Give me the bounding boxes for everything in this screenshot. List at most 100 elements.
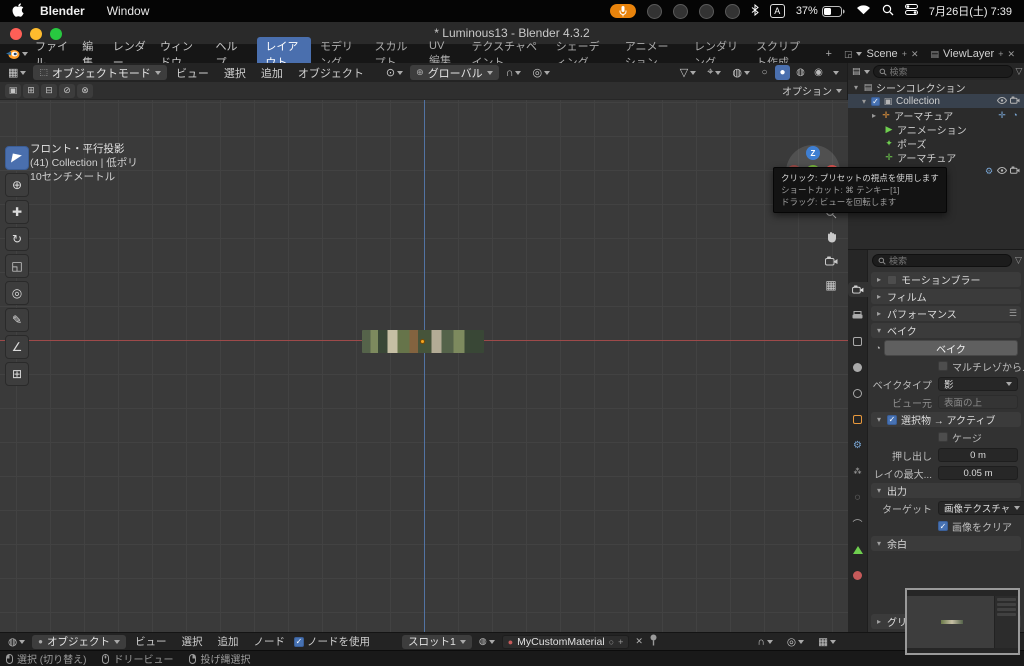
add-workspace-button[interactable]: + <box>818 47 840 61</box>
shader-menu-add[interactable]: 追加 <box>212 634 245 649</box>
slot-dropdown[interactable]: スロット1 <box>402 635 472 649</box>
viewport-menu-add[interactable]: 追加 <box>255 65 289 81</box>
disable-in-renders-icon[interactable] <box>1010 166 1020 177</box>
expand-icon[interactable]: ▾ <box>852 83 860 92</box>
battery-indicator[interactable]: 37% <box>796 5 845 17</box>
max-ray-field[interactable]: 0.05 m <box>938 466 1018 480</box>
preset-menu-icon[interactable]: ☰ <box>1009 308 1017 319</box>
shader-menu-node[interactable]: ノード <box>248 634 292 649</box>
shading-wireframe-button[interactable]: ○ <box>757 65 772 80</box>
tab-particles-properties[interactable]: ⁂ <box>848 464 868 479</box>
shader-menu-view[interactable]: ビュー <box>129 634 173 649</box>
new-scene-icon[interactable]: + <box>902 49 907 59</box>
tab-physics-properties[interactable]: ◌ <box>848 490 868 505</box>
expand-icon[interactable]: ▾ <box>860 97 868 106</box>
collection-checkbox[interactable]: ✓ <box>871 97 880 106</box>
remove-viewlayer-icon[interactable]: ✕ <box>1007 49 1015 60</box>
tab-output-properties[interactable] <box>848 308 868 323</box>
from-multires-checkbox[interactable] <box>938 361 948 371</box>
viewlayer-selector[interactable]: ▤ ViewLayer + ✕ <box>927 48 1020 60</box>
shader-snap-button[interactable]: ∩ <box>753 635 777 649</box>
editor-type-button[interactable]: ▦ <box>4 65 30 80</box>
shader-editor-type-button[interactable]: ◍ <box>4 635 29 649</box>
target-dropdown[interactable]: 画像テクスチャ <box>938 501 1024 515</box>
viewport-canvas[interactable]: フロント・平行投影 (41) Collection | 低ポリ 10センチメート… <box>0 100 848 632</box>
tool-scale[interactable]: ◱ <box>5 254 29 278</box>
outliner-filter-icon[interactable]: ▽ <box>1016 66 1023 77</box>
shader-type-dropdown[interactable]: ● オブジェクト <box>32 635 126 649</box>
panel-performance[interactable]: ▸ パフォーマンス ☰ <box>871 306 1021 321</box>
tool-cursor[interactable]: ⊕ <box>5 173 29 197</box>
tab-object-properties[interactable] <box>848 412 868 427</box>
tool-move[interactable]: ✚ <box>5 200 29 224</box>
menubar-status-icon-4[interactable] <box>725 4 740 19</box>
select-mode-new-button[interactable]: ▣ <box>5 84 21 98</box>
snap-toggle-button[interactable]: ∩ <box>502 66 526 80</box>
toggle-perspective-icon[interactable]: ▦ <box>822 276 840 294</box>
clear-image-checkbox[interactable]: ✓ <box>938 521 948 531</box>
tab-object-data-properties[interactable] <box>848 542 868 557</box>
select-mode-extend-button[interactable]: ⊞ <box>23 84 39 98</box>
bake-button[interactable]: ベイク <box>884 340 1018 356</box>
shading-rendered-button[interactable]: ◉ <box>811 65 826 80</box>
shader-overlays-button[interactable]: ◎ <box>783 635 808 649</box>
tab-constraints-properties[interactable]: ⌒ <box>848 516 868 531</box>
orientation-dropdown[interactable]: ⊕ グローバル <box>410 65 498 80</box>
scene-object-lowpoly[interactable] <box>362 330 484 353</box>
tab-material-properties[interactable] <box>848 568 868 583</box>
mode-dropdown[interactable]: ⬚ オブジェクトモード <box>33 65 167 80</box>
menubar-window-menu[interactable]: Window <box>107 4 150 18</box>
menubar-app-name[interactable]: Blender <box>40 4 85 18</box>
outliner-row-armature[interactable]: ▸ ✛ アーマチュア ✛ ◔ <box>848 108 1024 122</box>
shading-material-button[interactable]: ◍ <box>793 65 808 80</box>
bluetooth-icon[interactable] <box>751 4 759 19</box>
bake-type-dropdown[interactable]: 影 <box>938 377 1018 391</box>
disable-in-renders-icon[interactable] <box>1010 96 1020 107</box>
pin-icon[interactable] <box>649 634 658 649</box>
menubar-status-icon-2[interactable] <box>673 4 688 19</box>
camera-view-icon[interactable] <box>822 252 840 270</box>
shader-options-button[interactable]: ▦ <box>814 635 840 649</box>
cage-checkbox[interactable] <box>938 432 948 442</box>
tool-measure[interactable]: ∠ <box>5 335 29 359</box>
gizmo-z-axis[interactable]: Z <box>806 146 820 160</box>
panel-output[interactable]: ▾ 出力 <box>871 483 1021 498</box>
hide-in-viewport-icon[interactable] <box>997 96 1007 107</box>
tab-scene-properties[interactable] <box>848 360 868 375</box>
unlink-scene-icon[interactable]: ✕ <box>911 49 919 60</box>
properties-search-input[interactable] <box>889 256 1006 266</box>
scene-selector[interactable]: ◲ Scene + ✕ <box>840 48 923 60</box>
control-center-icon[interactable] <box>905 4 918 18</box>
extrusion-field[interactable]: 0 m <box>938 448 1018 462</box>
microphone-indicator[interactable] <box>610 4 636 18</box>
viewport-menu-view[interactable]: ビュー <box>170 65 215 81</box>
fake-user-icon[interactable]: ○ <box>609 637 614 647</box>
outliner-search-input[interactable] <box>890 67 1007 77</box>
panel-motion-blur[interactable]: ▸ モーションブラー <box>871 272 1021 287</box>
new-viewlayer-icon[interactable]: + <box>998 49 1003 59</box>
pan-view-icon[interactable] <box>822 228 840 246</box>
apple-logo-icon[interactable] <box>12 3 24 20</box>
menubar-status-icon-1[interactable] <box>647 4 662 19</box>
properties-filter-icon[interactable]: ▽ <box>1015 255 1022 266</box>
spotlight-search-icon[interactable] <box>882 4 894 19</box>
tab-world-properties[interactable] <box>848 386 868 401</box>
outliner-row-pose[interactable]: ✦ ポーズ <box>848 136 1024 150</box>
visibility-filter-button[interactable]: ▽ <box>676 65 700 80</box>
tool-annotate[interactable]: ✎ <box>5 308 29 332</box>
hide-in-viewport-icon[interactable] <box>997 166 1007 177</box>
outliner-row-armature-data[interactable]: ✛ アーマチュア <box>848 150 1024 164</box>
blender-logo-icon[interactable] <box>5 49 20 60</box>
properties-search[interactable] <box>872 254 1012 267</box>
outliner-search[interactable] <box>873 65 1013 78</box>
material-name-field[interactable]: ● MyCustomMaterial ○ + <box>502 635 630 649</box>
tool-select-box[interactable]: ◤ <box>5 146 29 170</box>
tab-render-properties[interactable] <box>848 282 868 297</box>
select-mode-intersect-button[interactable]: ⊗ <box>77 84 93 98</box>
show-gizmo-button[interactable]: ⌖ <box>703 65 725 80</box>
tab-viewlayer-properties[interactable] <box>848 334 868 349</box>
shader-menu-select[interactable]: 選択 <box>176 634 209 649</box>
tool-add-cube[interactable]: ⊞ <box>5 362 29 386</box>
input-source-indicator[interactable]: A <box>770 4 785 18</box>
wifi-icon[interactable] <box>856 4 871 18</box>
